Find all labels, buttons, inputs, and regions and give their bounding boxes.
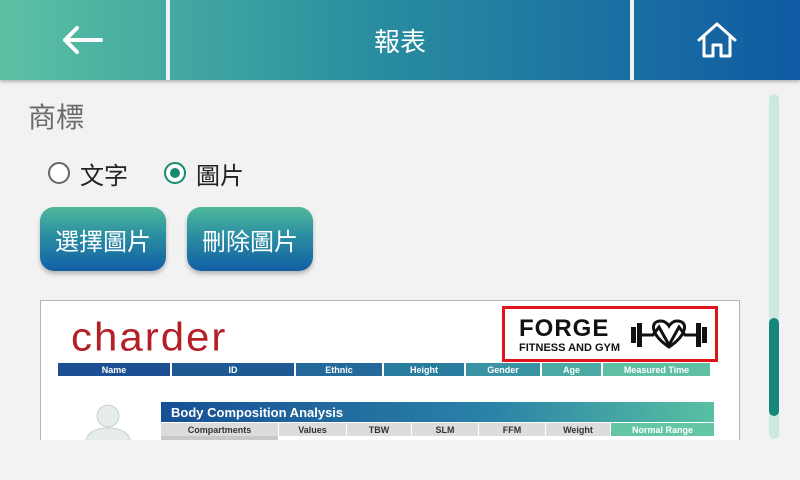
analysis-title: Body Composition Analysis: [161, 402, 714, 422]
scrollbar-thumb[interactable]: [769, 318, 779, 416]
arrow-left-icon: [63, 26, 103, 54]
analysis-row-stub: [161, 436, 278, 440]
radio-text-option[interactable]: 文字: [48, 156, 128, 191]
analysis-header-row: Compartments Values TBW SLM FFM Weight N…: [161, 423, 714, 436]
select-image-button[interactable]: 選擇圖片: [40, 207, 166, 271]
analysis-header-cell: TBW: [347, 423, 411, 436]
radio-image-option[interactable]: 圖片: [164, 156, 244, 191]
analysis-header-cell: Normal Range: [611, 423, 714, 436]
analysis-header-cell: Values: [279, 423, 346, 436]
home-button[interactable]: [634, 0, 800, 80]
custom-logo-frame: FORGE FITNESS AND GYM: [502, 306, 718, 362]
radio-checked-icon: [164, 162, 186, 184]
info-header-cell: Ethnic: [296, 363, 382, 376]
person-silhouette-icon: [85, 404, 131, 440]
info-header-cell: ID: [172, 363, 294, 376]
analysis-header-cell: Compartments: [161, 423, 278, 436]
page-title: 報表: [373, 27, 426, 58]
custom-logo-title: FORGE: [519, 315, 610, 342]
back-button[interactable]: [0, 0, 166, 80]
home-icon: [697, 22, 737, 58]
radio-label: 文字: [80, 161, 128, 190]
info-header-cell: Measured Time: [603, 363, 710, 376]
brand-logo: charder: [71, 314, 228, 359]
info-header-cell: Name: [58, 363, 170, 376]
analysis-header-cell: Weight: [546, 423, 610, 436]
radio-unchecked-icon: [48, 162, 70, 184]
info-header-cell: Height: [384, 363, 464, 376]
delete-image-button[interactable]: 刪除圖片: [187, 207, 313, 271]
info-header-cell: Gender: [466, 363, 540, 376]
dumbbell-heart-icon: [631, 319, 707, 349]
info-header-row: Name ID Ethnic Height Gender Age Measure…: [58, 363, 714, 376]
logo-section-label: 商標: [28, 101, 85, 134]
top-bar: 報表: [0, 0, 800, 80]
radio-label: 圖片: [196, 161, 244, 190]
report-preview: charder FORGE FITNESS AND GYM Name ID Et…: [40, 300, 740, 440]
analysis-header-cell: SLM: [412, 423, 478, 436]
custom-logo-subtitle: FITNESS AND GYM: [519, 342, 621, 354]
analysis-header-cell: FFM: [479, 423, 545, 436]
info-header-cell: Age: [542, 363, 601, 376]
logo-type-radio-group: 文字 圖片: [48, 156, 280, 190]
